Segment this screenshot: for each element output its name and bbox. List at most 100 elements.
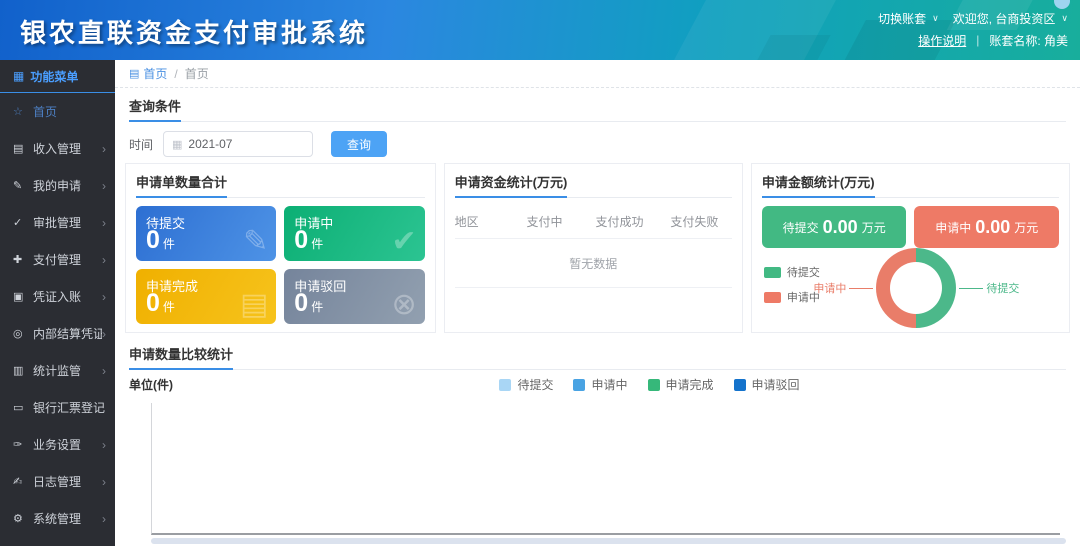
chevron-down-icon: ∨ [1061, 13, 1068, 24]
column-paying: 支付中 [507, 213, 582, 230]
chevron-right-icon: › [102, 216, 106, 230]
breadcrumb: ▤ 首页 / 首页 [115, 60, 1080, 88]
legend-item-pending-submit[interactable]: 待提交 [499, 376, 553, 393]
in-progress-count: 0 [294, 226, 308, 254]
breadcrumb-home-link[interactable]: 首页 [143, 65, 167, 82]
funds-statistics-panel: 申请资金统计(万元) 地区 支付中 支付成功 支付失败 暂无数据 [444, 163, 743, 333]
stat-card-rejected[interactable]: 申请驳回 0件 ⊗ [284, 269, 424, 324]
column-pay-failed: 支付失败 [657, 213, 732, 230]
calendar-icon: ▦ [172, 138, 182, 151]
gear-icon: ⚙ [13, 512, 28, 525]
cross-plus-icon: ✚ [13, 253, 28, 266]
column-region: 地区 [455, 213, 507, 230]
sidebar-item-internal-settlement-voucher[interactable]: ◎ 内部结算凭证 › [0, 315, 115, 352]
chevron-right-icon: › [102, 512, 106, 526]
funds-table-header: 地区 支付中 支付成功 支付失败 [455, 204, 732, 239]
donut-callout-line [959, 288, 983, 289]
pencil-icon: ✎ [13, 179, 28, 192]
stat-card-pending-submit[interactable]: 待提交 0件 ✎ [136, 206, 276, 261]
stat-card-in-progress[interactable]: 申请中 0件 ✔ [284, 206, 424, 261]
app-title: 银农直联资金支付审批系统 [20, 13, 368, 50]
empty-data-text: 暂无数据 [455, 239, 732, 288]
legend-swatch-green [764, 267, 781, 278]
sidebar-item-income-mgmt[interactable]: ▤ 收入管理 › [0, 130, 115, 167]
sidebar-item-log-mgmt[interactable]: ✍ 日志管理 › [0, 463, 115, 500]
sidebar-item-bank-draft-register[interactable]: ▭ 银行汇票登记 [0, 389, 115, 426]
order-summary-title: 申请单数量合计 [136, 172, 227, 198]
month-picker-input[interactable]: ▦ 2021-07 [163, 131, 313, 157]
welcome-user-dropdown[interactable]: 欢迎您, 台商投资区 [953, 10, 1056, 27]
breadcrumb-current: 首页 [185, 65, 209, 82]
sidebar-item-statistics-supervision[interactable]: ▥ 统计监管 › [0, 352, 115, 389]
completed-count: 0 [146, 289, 160, 317]
funds-statistics-title: 申请资金统计(万元) [455, 172, 568, 198]
chevron-right-icon: › [102, 438, 106, 452]
bar-chart-icon: ▥ [13, 364, 28, 377]
search-button[interactable]: 查询 [331, 131, 387, 157]
donut-chart-area: 待提交 申请中 申请中 待提交 [762, 252, 1059, 324]
chevron-right-icon: › [102, 364, 106, 378]
sidebar-item-home[interactable]: ☆ 首页 [0, 93, 115, 130]
document-x-icon: ⊗ [391, 287, 416, 322]
time-label: 时间 [129, 136, 153, 153]
rejected-count: 0 [294, 289, 308, 317]
donut-callout-line [849, 288, 873, 289]
chevron-right-icon: › [102, 142, 106, 156]
edit-document-icon: ✎ [243, 224, 268, 259]
badge-in-progress-amount: 申请中 0.00 万元 [914, 206, 1059, 248]
grid-menu-icon: ▦ [13, 69, 24, 83]
legend-swatch-darkblue [734, 379, 746, 391]
month-picker-value: 2021-07 [188, 137, 232, 151]
legend-swatch-lightblue [499, 379, 511, 391]
chevron-right-icon: › [102, 290, 106, 304]
page-icon: ▤ [129, 67, 139, 80]
pending-submit-count: 0 [146, 226, 160, 254]
chevron-right-icon: › [102, 253, 106, 267]
column-pay-success: 支付成功 [582, 213, 657, 230]
sidebar-item-voucher-entry[interactable]: ▣ 凭证入账 › [0, 278, 115, 315]
comparison-chart-title: 申请数量比较统计 [129, 344, 233, 370]
comparison-chart-panel: 申请数量比较统计 单位(件) 待提交 申请中 申请完成 [115, 337, 1080, 546]
link-icon: ✑ [13, 438, 28, 451]
header-divider: | [976, 33, 979, 47]
list-check-icon: ✔ [391, 224, 416, 259]
card-icon: ▭ [13, 401, 28, 414]
badge-pending-submit-amount: 待提交 0.00 万元 [762, 206, 907, 248]
main-content: ▤ 首页 / 首页 查询条件 时间 ▦ 2021-07 查询 申请单数量合 [115, 60, 1080, 546]
donut-label-pending-submit: 待提交 [986, 280, 1019, 296]
y-axis-unit-label: 单位(件) [129, 376, 173, 393]
sidebar-item-business-settings[interactable]: ✑ 业务设置 › [0, 426, 115, 463]
edit-square-icon: ✍ [13, 475, 28, 488]
app-header: 银农直联资金支付审批系统 切换账套 ∨ 欢迎您, 台商投资区 ∨ 操作说明 | … [0, 0, 1080, 60]
sidebar-menu-header[interactable]: ▦ 功能菜单 [0, 60, 115, 93]
stat-card-completed[interactable]: 申请完成 0件 ▤ [136, 269, 276, 324]
target-icon: ◎ [13, 327, 28, 340]
comparison-chart-legend: 待提交 申请中 申请完成 申请驳回 [499, 376, 799, 393]
amount-statistics-panel: 申请金额统计(万元) 待提交 0.00 万元 申请中 0.00 万元 [751, 163, 1070, 333]
document-icon: ▤ [240, 287, 268, 322]
legend-swatch-red [764, 292, 781, 303]
sidebar-item-approval-mgmt[interactable]: ✓ 审批管理 › [0, 204, 115, 241]
switch-account-dropdown[interactable]: 切换账套 [878, 10, 926, 27]
comparison-chart-plot-area [151, 403, 1060, 535]
chart-datazoom-scrollbar[interactable] [151, 538, 1066, 544]
chevron-right-icon: › [102, 179, 106, 193]
legend-item-rejected[interactable]: 申请驳回 [734, 376, 800, 393]
document-icon: ▤ [13, 142, 28, 155]
sidebar-item-payment-mgmt[interactable]: ✚ 支付管理 › [0, 241, 115, 278]
operation-guide-link[interactable]: 操作说明 [918, 32, 966, 49]
donut-label-in-progress: 申请中 [813, 280, 846, 296]
donut-chart [876, 248, 956, 328]
legend-item-in-progress[interactable]: 申请中 [764, 289, 820, 305]
legend-swatch-green [648, 379, 660, 391]
sidebar-item-my-applications[interactable]: ✎ 我的申请 › [0, 167, 115, 204]
chevron-right-icon: › [102, 327, 106, 341]
legend-item-completed[interactable]: 申请完成 [648, 376, 714, 393]
pending-submit-amount: 0.00 [823, 217, 858, 238]
sidebar-item-system-mgmt[interactable]: ⚙ 系统管理 › [0, 500, 115, 537]
legend-item-in-progress[interactable]: 申请中 [573, 376, 627, 393]
check-icon: ✓ [13, 216, 28, 229]
account-name-label: 账套名称: 角美 [989, 32, 1068, 49]
legend-item-pending-submit[interactable]: 待提交 [764, 264, 820, 280]
breadcrumb-separator: / [174, 67, 177, 81]
